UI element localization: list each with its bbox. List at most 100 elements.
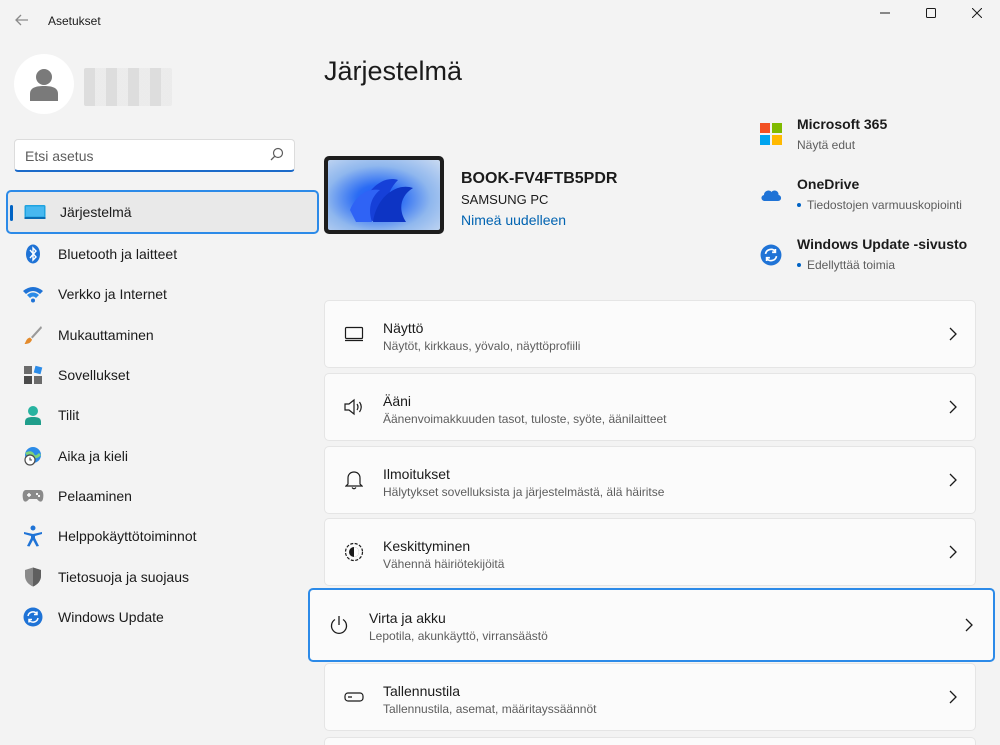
search-box[interactable] <box>14 139 295 172</box>
settings-card-notifications[interactable]: Ilmoitukset Hälytykset sovelluksista ja … <box>324 446 976 514</box>
settings-card-sound[interactable]: Ääni Äänenvoimakkuuden tasot, tuloste, s… <box>324 373 976 441</box>
card-title: Tallennustila <box>383 683 460 699</box>
quick-link-microsoft-365[interactable]: Microsoft 365 Näytä edut <box>760 116 995 156</box>
chevron-right-icon <box>949 327 957 341</box>
sidebar-item-label: Pelaaminen <box>58 488 132 504</box>
back-button[interactable] <box>8 8 36 32</box>
quick-link-title: OneDrive <box>797 176 859 192</box>
card-subtitle: Tallennustila, asemat, määritayssäännöt <box>383 702 596 716</box>
chevron-right-icon <box>949 473 957 487</box>
device-name: BOOK-FV4FTB5PDR <box>461 170 617 188</box>
rename-link[interactable]: Nimeä uudelleen <box>461 212 566 228</box>
onedrive-icon <box>760 184 782 206</box>
microsoft-logo-icon <box>760 123 782 145</box>
card-title: Keskittyminen <box>383 538 470 554</box>
avatar[interactable] <box>14 54 74 114</box>
settings-card-focus[interactable]: Keskittyminen Vähennä häiriötekijöitä <box>324 518 976 586</box>
sidebar-item-privacy[interactable]: Tietosuoja ja suojaus <box>6 556 319 596</box>
sidebar-item-personalization[interactable]: Mukauttaminen <box>6 315 319 355</box>
status-dot <box>797 263 801 267</box>
status-dot <box>797 203 801 207</box>
maximize-icon <box>926 8 936 18</box>
card-subtitle: Äänenvoimakkuuden tasot, tuloste, syöte,… <box>383 412 667 426</box>
card-subtitle: Hälytykset sovelluksista ja järjestelmäs… <box>383 485 664 499</box>
quick-link-subtitle-text: Edellyttää toimia <box>807 258 895 272</box>
quick-link-title: Windows Update -sivusto <box>797 236 967 252</box>
quick-link-subtitle: Edellyttää toimia <box>797 258 895 272</box>
chevron-right-icon <box>965 618 973 632</box>
app-title: Asetukset <box>48 14 101 28</box>
sidebar-item-label: Mukauttaminen <box>58 327 154 343</box>
gamepad-icon <box>22 485 44 507</box>
quick-link-windows-update[interactable]: Windows Update -sivusto Edellyttää toimi… <box>760 236 995 276</box>
sidebar-item-accounts[interactable]: Tilit <box>6 395 319 435</box>
settings-card-display[interactable]: Näyttö Näytöt, kirkkaus, yövalo, näyttöp… <box>324 300 976 368</box>
bell-icon <box>343 469 365 491</box>
sidebar-item-system[interactable]: Järjestelmä <box>6 190 319 234</box>
card-title: Ääni <box>383 393 411 409</box>
card-subtitle: Vähennä häiriötekijöitä <box>383 557 504 571</box>
device-model: SAMSUNG PC <box>461 192 548 207</box>
card-subtitle: Näytöt, kirkkaus, yövalo, näyttöprofiili <box>383 339 580 353</box>
search-input[interactable] <box>25 146 265 166</box>
focus-icon <box>343 541 365 563</box>
sidebar-item-label: Helppokäyttötoiminnot <box>58 528 197 544</box>
card-subtitle: Lepotila, akunkäyttö, virransäästö <box>369 629 548 643</box>
card-title: Ilmoitukset <box>383 466 450 482</box>
sidebar-item-time-language[interactable]: Aika ja kieli <box>6 435 319 475</box>
maximize-button[interactable] <box>908 0 954 26</box>
quick-link-title: Microsoft 365 <box>797 116 887 132</box>
apps-icon <box>22 364 44 386</box>
sidebar-item-label: Bluetooth ja laitteet <box>58 246 177 262</box>
shield-icon <box>22 566 44 588</box>
chevron-right-icon <box>949 690 957 704</box>
quick-link-subtitle: Tiedostojen varmuuskopiointi <box>797 198 962 212</box>
sidebar-item-label: Verkko ja Internet <box>58 286 167 302</box>
bluetooth-icon <box>22 243 44 265</box>
quick-link-subtitle-text: Tiedostojen varmuuskopiointi <box>807 198 962 212</box>
settings-card-next[interactable] <box>324 737 976 745</box>
chevron-right-icon <box>949 400 957 414</box>
chevron-right-icon <box>949 545 957 559</box>
close-icon <box>972 8 982 18</box>
storage-icon <box>343 686 365 708</box>
quick-link-subtitle: Näytä edut <box>797 138 855 152</box>
minimize-button[interactable] <box>862 0 908 26</box>
system-icon <box>24 201 46 223</box>
sidebar-item-label: Sovellukset <box>58 367 130 383</box>
sidebar-item-windows-update[interactable]: Windows Update <box>6 597 319 637</box>
sidebar-item-gaming[interactable]: Pelaaminen <box>6 476 319 516</box>
title-bar: Asetukset <box>0 0 1000 40</box>
sidebar-item-label: Järjestelmä <box>60 204 132 220</box>
page-title: Järjestelmä <box>324 56 462 87</box>
sidebar-item-label: Tietosuoja ja suojaus <box>58 569 189 585</box>
quick-link-onedrive[interactable]: OneDrive Tiedostojen varmuuskopiointi <box>760 176 995 216</box>
back-arrow-icon <box>15 14 29 26</box>
update-icon <box>22 606 44 628</box>
speaker-icon <box>343 396 365 418</box>
sidebar-item-apps[interactable]: Sovellukset <box>6 355 319 395</box>
wifi-icon <box>22 283 44 305</box>
sidebar-item-accessibility[interactable]: Helppokäyttötoiminnot <box>6 516 319 556</box>
accessibility-icon <box>22 525 44 547</box>
power-icon <box>328 614 350 636</box>
user-icon <box>29 67 59 101</box>
settings-card-power-battery[interactable]: Virta ja akku Lepotila, akunkäyttö, virr… <box>308 588 995 662</box>
settings-card-storage[interactable]: Tallennustila Tallennustila, asemat, mää… <box>324 663 976 731</box>
device-image <box>324 156 444 234</box>
display-icon <box>343 323 365 345</box>
windows-update-icon <box>760 244 782 266</box>
sidebar-item-label: Tilit <box>58 407 79 423</box>
sidebar-nav: Järjestelmä Bluetooth ja laitteet Verkko… <box>6 190 319 637</box>
wallpaper-thumbnail <box>328 160 440 230</box>
account-name-blurred <box>84 68 172 106</box>
close-button[interactable] <box>954 0 1000 26</box>
search-icon[interactable] <box>270 147 284 161</box>
sidebar-item-network[interactable]: Verkko ja Internet <box>6 274 319 314</box>
card-title: Virta ja akku <box>369 610 446 626</box>
globe-clock-icon <box>22 445 44 467</box>
sidebar-item-label: Windows Update <box>58 609 164 625</box>
sidebar-item-bluetooth[interactable]: Bluetooth ja laitteet <box>6 234 319 274</box>
sidebar-item-label: Aika ja kieli <box>58 448 128 464</box>
brush-icon <box>22 324 44 346</box>
